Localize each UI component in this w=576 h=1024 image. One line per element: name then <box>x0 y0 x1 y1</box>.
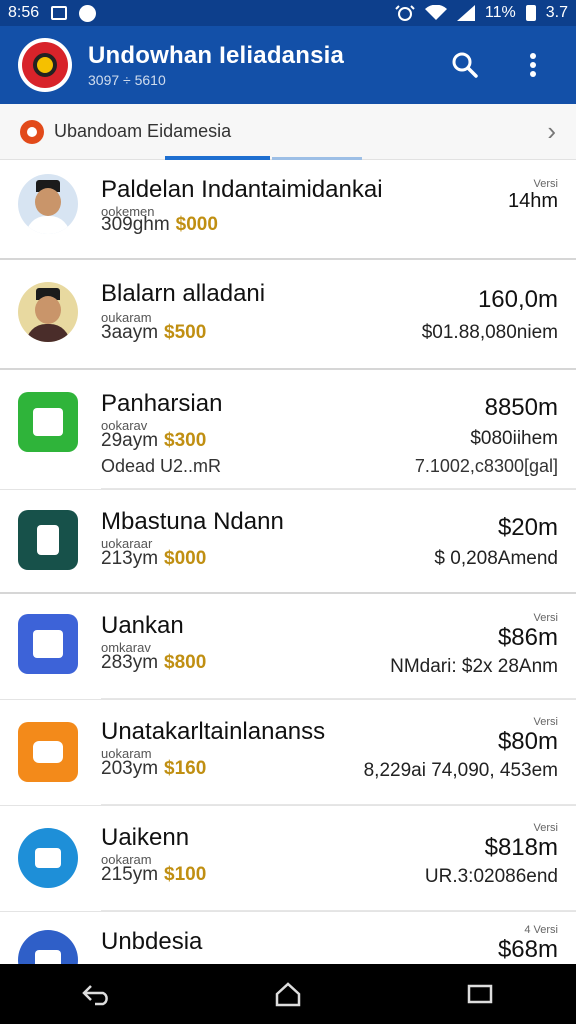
item-value: $86m <box>497 624 558 651</box>
person-avatar-icon <box>18 174 78 234</box>
list-item[interactable]: Panharsian ookarav 29aym $300 Odead U2..m… <box>0 370 576 490</box>
list-item[interactable]: Blalarn alladani oukaram 3aaym $500 160,0… <box>0 260 576 370</box>
breadcrumb[interactable]: Ubandoam Eidamesia › <box>0 104 576 160</box>
home-button[interactable] <box>258 964 318 1024</box>
mail-icon <box>18 828 78 888</box>
list-item[interactable]: Uankan omkarav 283ym $800 Versi $86m NMda… <box>0 594 576 700</box>
app-subtitle: 3097 ÷ 5610 <box>88 72 166 88</box>
search-icon <box>452 52 478 78</box>
item-meta: 213ym $000 <box>101 548 207 569</box>
search-button[interactable] <box>448 48 482 82</box>
person-avatar-icon <box>18 282 78 342</box>
item-value: 160,0m <box>477 286 558 313</box>
item-value: $20m <box>497 514 558 541</box>
item-price: $300 <box>164 430 207 451</box>
list-item[interactable]: Uaikenn ookaram 215ym $100 Versi $818m UR… <box>0 806 576 912</box>
signal-icon <box>456 5 475 21</box>
recents-button[interactable] <box>450 964 510 1024</box>
list-item[interactable]: Unatakarltainlananss uokaram 203ym $160 V… <box>0 700 576 806</box>
item-price: $000 <box>164 548 207 569</box>
item-tag: 4 Versi <box>524 924 558 936</box>
mail-icon <box>18 930 78 964</box>
brand-icon <box>20 119 44 144</box>
overflow-menu-button[interactable] <box>516 48 550 82</box>
list-item[interactable]: Unbdesia 4 Versi $68m <box>0 912 576 964</box>
wifi-icon <box>424 5 447 20</box>
item-value: $818m <box>484 834 558 861</box>
status-bar: 8:56 11% 3.7 <box>0 0 576 26</box>
item-title: Unbdesia <box>101 928 203 955</box>
recents-icon <box>467 984 493 1004</box>
back-icon <box>82 985 108 1006</box>
alarm-icon <box>395 5 415 21</box>
camera-icon <box>18 722 78 782</box>
item-meta: 215ym $100 <box>101 864 207 885</box>
item-meta: 309ghm $000 <box>101 214 218 235</box>
item-tag: Versi <box>533 612 558 624</box>
network-indicator: 3.7 <box>545 4 568 21</box>
item-price: $100 <box>164 864 207 885</box>
item-detail: $080iihem <box>470 428 558 449</box>
item-title: Uaikenn <box>101 824 190 851</box>
status-time: 8:56 <box>8 4 40 21</box>
item-detail: $01.88,080niem <box>421 322 558 343</box>
back-button[interactable] <box>66 964 126 1024</box>
more-vert-icon <box>530 53 536 77</box>
breadcrumb-label: Ubandoam Eidamesia <box>54 121 232 141</box>
item-detail: $ 0,208Amend <box>434 548 558 569</box>
item-price: $160 <box>164 758 207 779</box>
battery-icon <box>525 5 536 21</box>
item-meta: 283ym $800 <box>101 652 207 673</box>
image-icon <box>51 6 68 20</box>
chevron-right-icon[interactable]: › <box>547 116 556 147</box>
item-extra: Odead U2..mR <box>101 456 222 476</box>
notification-icon <box>79 4 97 22</box>
app-bar: Undowhan Ieliadansia 3097 ÷ 5610 <box>0 26 576 104</box>
home-icon <box>275 982 301 1007</box>
item-meta: 29aym $300 <box>101 430 207 451</box>
item-price: $500 <box>164 322 207 343</box>
item-list: Paldelan Indantaimidankai ookemen 309ghm… <box>0 160 576 964</box>
message-icon <box>18 392 78 452</box>
item-title: Panharsian <box>101 390 223 417</box>
item-value: $80m <box>497 728 558 755</box>
battery-percent: 11% <box>484 4 516 21</box>
app-logo-icon <box>18 38 72 92</box>
item-title: Unatakarltainlananss <box>101 718 326 745</box>
item-price: $000 <box>175 214 218 235</box>
item-meta: 3aaym $500 <box>101 322 207 343</box>
item-tag: Versi <box>533 716 558 728</box>
folder-icon <box>18 614 78 674</box>
document-icon <box>18 510 78 570</box>
item-value: 14hm <box>507 190 558 212</box>
item-tag: Versi <box>533 822 558 834</box>
item-detail-extra: 7.1002,c8300[gal] <box>414 456 558 476</box>
item-title: Uankan <box>101 612 184 639</box>
item-price: $800 <box>164 652 207 673</box>
item-title: Blalarn alladani <box>101 280 266 307</box>
item-value: $68m <box>497 936 558 963</box>
item-detail: NMdari: $2x 28Anm <box>390 656 558 677</box>
item-tag: Versi <box>533 178 558 190</box>
list-item[interactable]: Mbastuna Ndann uokaraar 213ym $000 $20m $… <box>0 490 576 594</box>
app-title: Undowhan Ieliadansia <box>88 42 345 69</box>
item-title: Mbastuna Ndann <box>101 508 284 535</box>
item-detail: 8,229ai 74,090, 453em <box>363 760 558 781</box>
item-detail: UR.3:02086end <box>424 866 558 887</box>
item-title: Paldelan Indantaimidankai <box>101 176 383 203</box>
system-nav-bar <box>0 964 576 1024</box>
list-item[interactable]: Paldelan Indantaimidankai ookemen 309ghm… <box>0 160 576 260</box>
item-value: 8850m <box>484 394 558 421</box>
item-meta: 203ym $160 <box>101 758 207 779</box>
